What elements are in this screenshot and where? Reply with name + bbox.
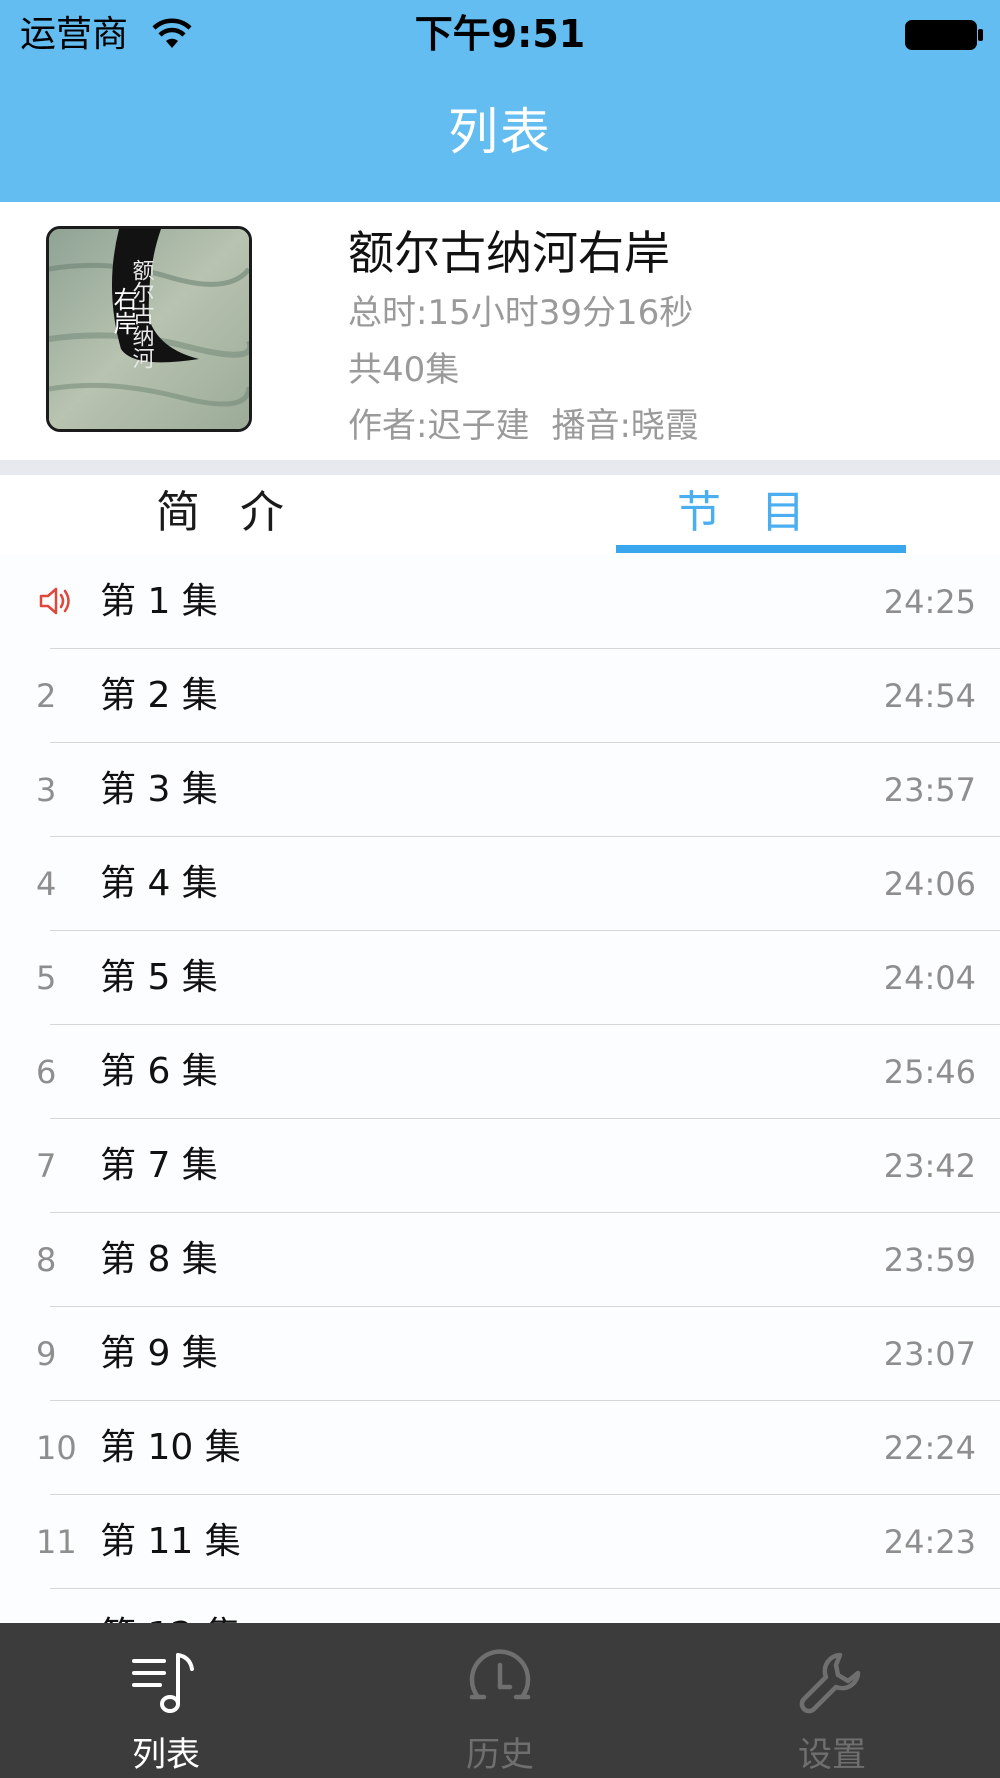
tab-bar-history[interactable]: 历史 <box>400 1623 600 1778</box>
speaker-icon <box>39 587 70 615</box>
episode-title: 第 5 集 <box>100 957 218 998</box>
album-duration: 总时:15小时39分16秒 <box>348 293 694 333</box>
episode-row[interactable]: 6 第 6 集 25:46 <box>0 1025 1000 1119</box>
status-bar: 运营商 下午9:51 <box>0 0 1000 70</box>
episode-row[interactable]: 3 第 3 集 23:57 <box>0 743 1000 837</box>
episode-number: 10 <box>36 1429 77 1467</box>
album-title: 额尔古纳河右岸 <box>348 226 670 280</box>
episode-duration: 23:57 <box>883 771 976 809</box>
episode-number: 8 <box>36 1241 57 1279</box>
episode-duration: 24:04 <box>883 959 976 997</box>
tab-programs[interactable]: 节目 <box>616 483 906 543</box>
episode-number: 3 <box>36 771 57 809</box>
episode-duration: 25:46 <box>883 1053 976 1091</box>
episode-title: 第 11 集 <box>100 1521 241 1562</box>
tab-bar-history-label: 历史 <box>466 1735 534 1775</box>
album-cover[interactable]: 额尔古纳河 右岸 <box>46 226 252 432</box>
clock-icon <box>469 1649 531 1700</box>
episode-row[interactable]: 8 第 8 集 23:59 <box>0 1213 1000 1307</box>
episode-duration: 24:25 <box>883 583 976 621</box>
wrench-icon <box>799 1652 861 1714</box>
episode-row[interactable]: 11 第 11 集 24:23 <box>0 1495 1000 1589</box>
episode-title: 第 10 集 <box>100 1427 241 1468</box>
episode-number: 9 <box>36 1335 57 1373</box>
episode-title: 第 8 集 <box>100 1239 218 1280</box>
app-screen: 运营商 下午9:51 列表 额尔古纳河 右岸 额尔古纳河右岸 总时:15小时39… <box>0 0 1000 1778</box>
episode-title: 第 9 集 <box>100 1333 218 1374</box>
episode-row[interactable]: 9 第 9 集 23:07 <box>0 1307 1000 1401</box>
tab-bar: 列表 历史 设置 <box>0 1623 1000 1778</box>
tab-bar-settings-label: 设置 <box>798 1735 866 1775</box>
episode-number: 2 <box>36 677 57 715</box>
episode-number: 4 <box>36 865 57 903</box>
status-time: 下午9:51 <box>414 12 586 56</box>
top-bar: 运营商 下午9:51 列表 <box>0 0 1000 202</box>
tab-bar-list-label: 列表 <box>132 1735 200 1775</box>
album-episode-count: 共40集 <box>348 350 460 390</box>
tab-bar-settings[interactable]: 设置 <box>732 1623 932 1778</box>
episode-number: 5 <box>36 959 57 997</box>
episode-number: 6 <box>36 1053 57 1091</box>
episode-duration: 23:07 <box>883 1335 976 1373</box>
episode-duration: 23:42 <box>883 1147 976 1185</box>
episode-title: 第 1 集 <box>100 581 218 622</box>
album-narrator: 播音:晓霞 <box>551 406 699 446</box>
episode-title: 第 2 集 <box>100 675 218 716</box>
episode-list[interactable]: 第 1 集 24:25 2 第 2 集 24:54 3 第 3 集 23:57 4 第 4 集 24… <box>0 555 1000 1623</box>
episode-row[interactable]: 12第 12 集 <box>0 1589 1000 1623</box>
episode-number: 11 <box>36 1523 77 1561</box>
episode-duration: 23:59 <box>883 1241 976 1279</box>
music-list-icon <box>132 1653 194 1713</box>
episode-title: 第 6 集 <box>100 1051 218 1092</box>
section-divider <box>0 460 1000 475</box>
episode-number: 7 <box>36 1147 57 1185</box>
episode-duration: 22:24 <box>883 1429 976 1467</box>
episode-duration: 24:23 <box>883 1523 976 1561</box>
episode-row[interactable]: 第 1 集 24:25 <box>0 555 1000 649</box>
segment-tabs: 简介 节目 <box>0 475 1000 555</box>
album-author: 作者:迟子建 <box>348 406 530 446</box>
episode-title: 第 7 集 <box>100 1145 218 1186</box>
album-credits: 作者:迟子建 播音:晓霞 <box>348 403 699 449</box>
episode-row[interactable]: 7 第 7 集 23:42 <box>0 1119 1000 1213</box>
tab-intro[interactable]: 简介 <box>140 483 340 543</box>
battery-icon <box>905 20 983 50</box>
episode-row[interactable]: 2 第 2 集 24:54 <box>0 649 1000 743</box>
episode-duration: 24:06 <box>883 865 976 903</box>
album-cover-art: 额尔古纳河 右岸 <box>49 229 249 429</box>
episode-row[interactable]: 4 第 4 集 24:06 <box>0 837 1000 931</box>
episode-number: 12 <box>36 1589 96 1623</box>
episode-row[interactable]: 5 第 5 集 24:04 <box>0 931 1000 1025</box>
episode-title: 第 12 集 <box>100 1589 241 1623</box>
svg-text:右岸: 右岸 <box>109 287 137 335</box>
episode-title: 第 4 集 <box>100 863 218 904</box>
active-tab-indicator <box>616 545 906 553</box>
page-title: 列表 <box>448 103 552 161</box>
album-info: 额尔古纳河 右岸 额尔古纳河右岸 总时:15小时39分16秒 共40集 作者:迟… <box>0 202 1000 460</box>
tab-bar-list[interactable]: 列表 <box>66 1623 266 1778</box>
episode-duration: 24:54 <box>883 677 976 715</box>
episode-row[interactable]: 10 第 10 集 22:24 <box>0 1401 1000 1495</box>
episode-title: 第 3 集 <box>100 769 218 810</box>
